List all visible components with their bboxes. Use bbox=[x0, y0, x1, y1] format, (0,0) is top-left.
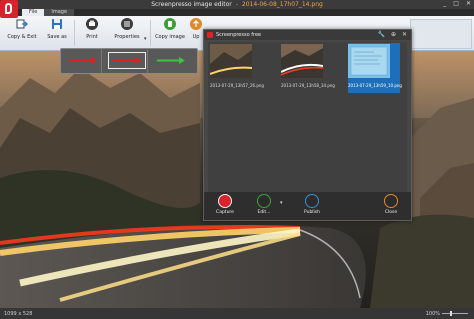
arrow-divider bbox=[101, 49, 102, 73]
copy-exit-button[interactable]: Copy & Exit bbox=[2, 18, 42, 40]
properties-button[interactable]: Properties bbox=[107, 18, 147, 40]
file-title: 2014-06-08_17h07_14.png bbox=[241, 1, 323, 8]
thumbnail-item[interactable]: 2013-07-29_13h57_26.png bbox=[209, 43, 264, 93]
thumbnail-item[interactable]: 2013-07-29_13h58_34.png bbox=[280, 43, 335, 93]
save-as-button[interactable]: Save as bbox=[37, 18, 77, 40]
app-title: Screenpresso image editor bbox=[151, 1, 232, 8]
arrow-style-red[interactable] bbox=[65, 53, 101, 68]
panel-title: Screenpresso free bbox=[216, 32, 262, 38]
properties-icon bbox=[121, 18, 133, 30]
properties-dropdown-icon[interactable]: ▾ bbox=[144, 36, 147, 42]
thumbnail-image bbox=[348, 44, 390, 78]
publish-label: Publish bbox=[303, 210, 321, 215]
close-panel-button[interactable]: Close bbox=[377, 194, 405, 215]
edit-icon bbox=[257, 194, 271, 208]
edit-label: Edit... bbox=[257, 210, 271, 215]
print-button[interactable]: Print bbox=[72, 18, 112, 40]
minimize-button[interactable]: _ bbox=[443, 0, 446, 7]
upload-icon bbox=[190, 18, 202, 30]
close-window-button[interactable]: ✕ bbox=[466, 0, 471, 7]
camera-icon bbox=[218, 194, 232, 208]
panel-logo-icon bbox=[207, 32, 213, 38]
copy-exit-label: Copy & Exit bbox=[7, 34, 37, 40]
edit-dropdown-icon[interactable]: ▾ bbox=[280, 200, 283, 206]
capture-button[interactable]: Capture bbox=[211, 194, 239, 215]
thumbnail-caption: 2013-07-29_13h57_26.png bbox=[210, 83, 264, 88]
print-icon bbox=[86, 18, 98, 30]
arrow-divider bbox=[147, 49, 148, 73]
close-icon[interactable]: ✕ bbox=[402, 31, 407, 38]
thumbnail-image bbox=[280, 44, 324, 78]
title-bar: Screenpresso image editor -2014-06-08_17h… bbox=[0, 0, 474, 9]
window-title: Screenpresso image editor -2014-06-08_17h… bbox=[0, 1, 474, 8]
edit-button[interactable]: Edit... bbox=[250, 194, 278, 215]
screenpresso-panel: Screenpresso free 🔧 ⊕ ✕ 2013-07-29_13h57… bbox=[203, 29, 412, 221]
window-controls: _ □ ✕ bbox=[443, 0, 471, 7]
print-label: Print bbox=[86, 34, 98, 40]
image-dimensions: 1099 x 528 bbox=[4, 311, 33, 317]
thumbnail-list: 2013-07-29_13h57_26.png 2013-07-29_13h58… bbox=[208, 42, 407, 192]
thumbnail-caption: 2013-07-29_13h59_10.png bbox=[348, 83, 402, 88]
zoom-level: 100% bbox=[425, 311, 440, 317]
close-label: Close bbox=[384, 210, 398, 215]
panel-header: Screenpresso free 🔧 ⊕ ✕ bbox=[204, 30, 411, 40]
arrow-style-bar bbox=[60, 48, 198, 74]
zoom-slider[interactable] bbox=[442, 313, 468, 314]
thumbnail-image bbox=[209, 44, 253, 78]
copy-exit-icon bbox=[16, 19, 28, 29]
properties-label: Properties bbox=[114, 34, 140, 40]
pin-icon[interactable]: ⊕ bbox=[391, 31, 396, 38]
panel-action-bar: Capture Edit... ▾ Publish Close bbox=[204, 192, 411, 220]
arrow-style-green[interactable] bbox=[153, 53, 189, 68]
cloud-icon bbox=[305, 194, 319, 208]
copy-image-icon bbox=[164, 18, 176, 30]
save-icon bbox=[52, 19, 62, 29]
screenpresso-logo-icon[interactable] bbox=[0, 0, 18, 18]
publish-button[interactable]: Publish bbox=[298, 194, 326, 215]
maximize-button[interactable]: □ bbox=[453, 0, 459, 7]
panel-header-icons: 🔧 ⊕ ✕ bbox=[377, 31, 407, 38]
thumbnail-item-selected[interactable]: 2013-07-29_13h59_10.png bbox=[348, 43, 402, 93]
ribbon-extra-panel bbox=[410, 19, 472, 49]
thumbnail-caption: 2013-07-29_13h58_34.png bbox=[281, 83, 335, 88]
capture-label: Capture bbox=[216, 210, 234, 215]
tab-file[interactable]: File bbox=[22, 9, 45, 16]
wrench-icon[interactable]: 🔧 bbox=[377, 31, 384, 38]
ribbon-tabs: File Image bbox=[22, 9, 75, 16]
status-bar: 1099 x 528 100% bbox=[0, 308, 474, 319]
title-separator: - bbox=[235, 1, 238, 8]
close-circle-icon bbox=[384, 194, 398, 208]
tab-image[interactable]: Image bbox=[44, 9, 75, 16]
save-as-label: Save as bbox=[47, 34, 67, 40]
arrow-style-red-selected[interactable] bbox=[108, 52, 146, 69]
zoom-slider-handle[interactable] bbox=[450, 311, 452, 316]
